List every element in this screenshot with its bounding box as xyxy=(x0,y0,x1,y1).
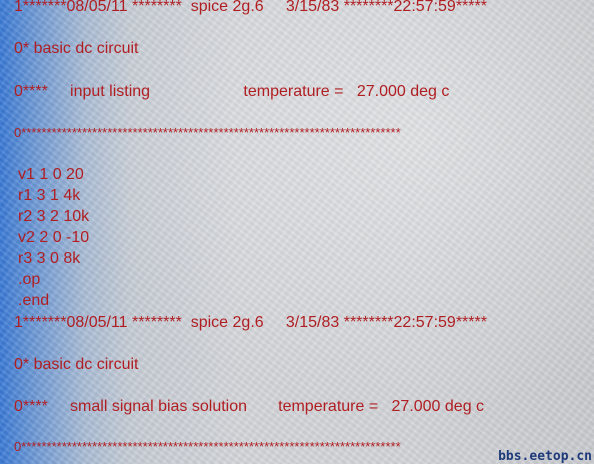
netlist-line-op: .op xyxy=(18,271,41,288)
section-bias-solution: 0**** small signal bias solution tempera… xyxy=(14,398,485,415)
netlist-line-r3: r3 3 0 8k xyxy=(18,250,81,267)
circuit-title-2: 0* basic dc circuit xyxy=(14,356,139,373)
header-line-2: 1*******08/05/11 ******** spice 2g.6 3/1… xyxy=(14,314,487,331)
section-input-listing: 0**** input listing temperature = 27.000… xyxy=(14,83,450,100)
header-line-1: 1*******08/05/11 ******** spice 2g.6 3/1… xyxy=(14,0,487,15)
netlist-line-r2: r2 3 2 10k xyxy=(18,208,90,225)
netlist-line-v2: v2 2 0 -10 xyxy=(18,229,90,246)
netlist-line-end: .end xyxy=(18,292,50,309)
separator-2: 0***************************************… xyxy=(14,439,401,454)
netlist-line-v1: v1 1 0 20 xyxy=(18,166,84,183)
netlist-line-r1: r1 3 1 4k xyxy=(18,187,81,204)
separator-1: 0***************************************… xyxy=(14,125,401,140)
watermark-text: bbs.eetop.cn xyxy=(498,449,592,464)
circuit-title-1: 0* basic dc circuit xyxy=(14,40,139,57)
